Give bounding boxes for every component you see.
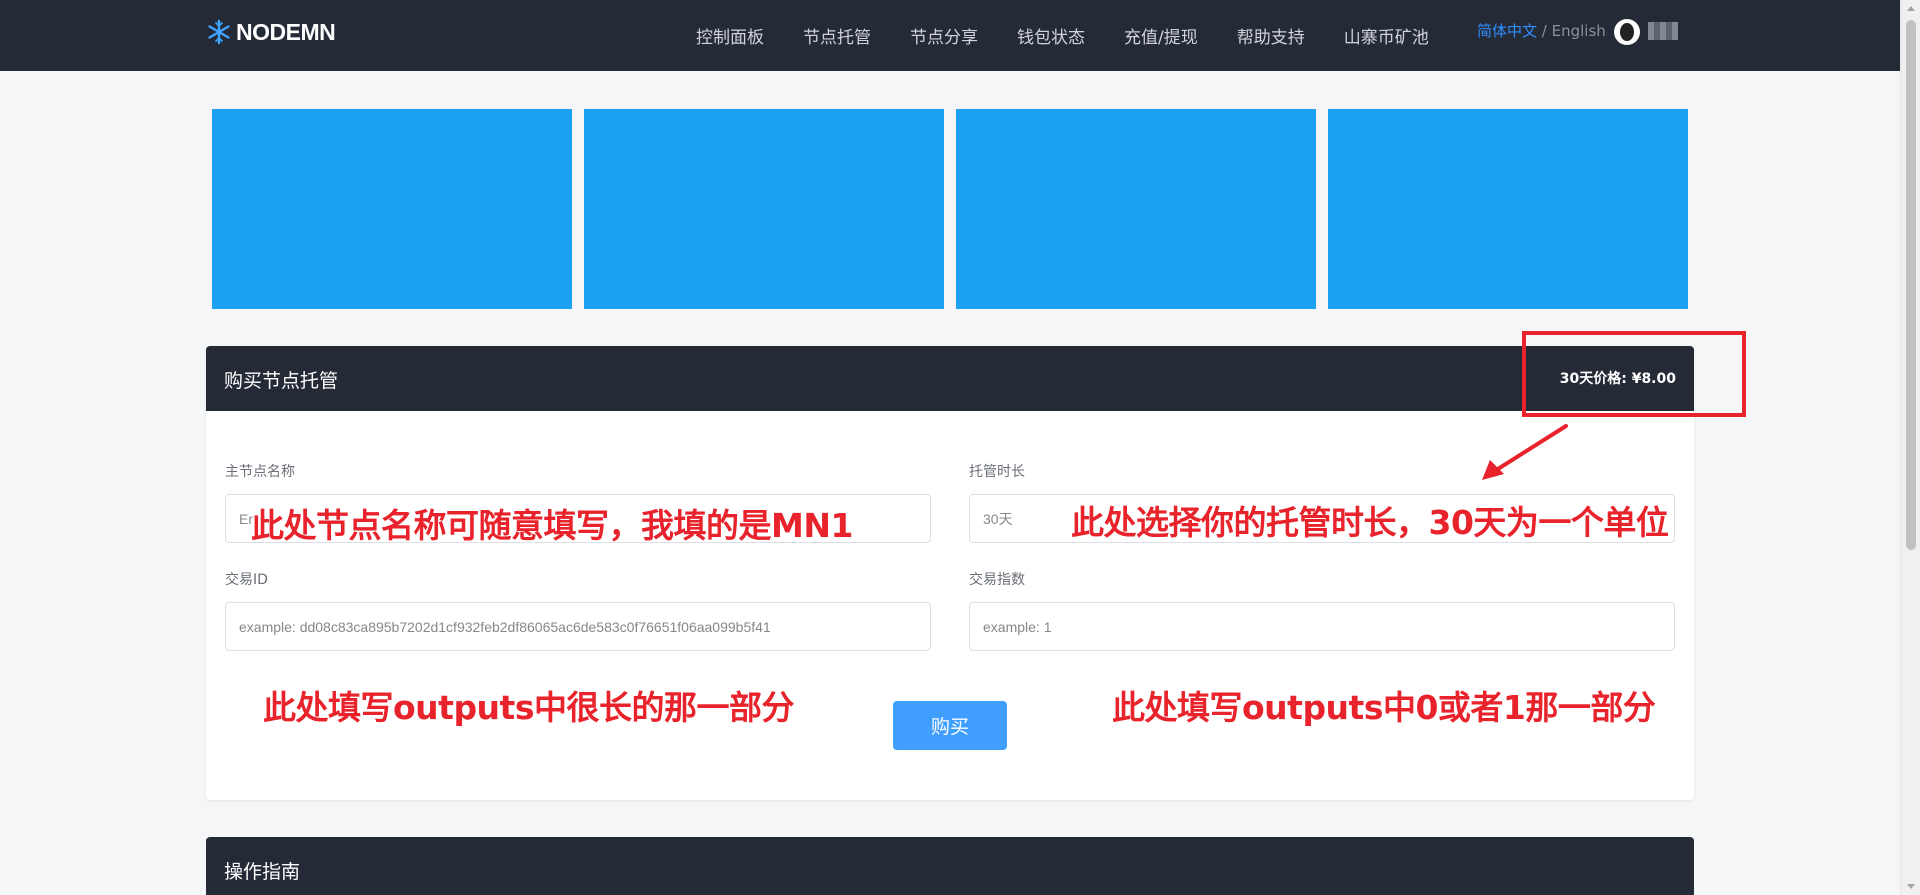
annotation-duration: 此处选择你的托管时长，30天为一个单位 <box>1071 503 1669 542</box>
lang-chinese[interactable]: 简体中文 <box>1477 22 1537 40</box>
nav-item-deposit-withdraw[interactable]: 充值/提现 <box>1124 23 1198 48</box>
banner-tile-2[interactable] <box>584 109 944 309</box>
language-switch: 简体中文 / English <box>1477 20 1606 41</box>
nav-item-dashboard[interactable]: 控制面板 <box>696 23 764 48</box>
txid-input[interactable]: example: dd08c83ca895b7202d1cf932feb2df8… <box>225 602 931 651</box>
lang-english[interactable]: English <box>1552 22 1606 40</box>
guide-card: 操作指南 <box>206 837 1694 895</box>
main-nav: 控制面板 节点托管 节点分享 钱包状态 充值/提现 帮助支持 山寨币矿池 <box>696 0 1468 71</box>
nav-item-node-hosting[interactable]: 节点托管 <box>803 23 871 48</box>
duration-value: 30天 <box>983 510 1013 527</box>
annotation-txid: 此处填写outputs中很长的那一部分 <box>263 688 794 727</box>
purchase-card-header: 购买节点托管 30天价格: ¥8.00 <box>206 346 1694 411</box>
banner-tile-3[interactable] <box>956 109 1316 309</box>
scroll-down-arrow-icon[interactable] <box>1907 884 1915 889</box>
scrollbar-thumb[interactable] <box>1906 20 1916 550</box>
snowflake-icon <box>208 19 230 45</box>
tx-index-placeholder: example: 1 <box>983 618 1052 635</box>
lang-separator: / <box>1537 22 1552 40</box>
nav-item-altcoin-pool[interactable]: 山寨币矿池 <box>1344 23 1429 48</box>
username-redacted[interactable] <box>1648 22 1678 40</box>
node-name-label: 主节点名称 <box>225 464 295 480</box>
annotation-arrow-icon <box>1482 424 1568 480</box>
duration-label: 托管时长 <box>969 464 1025 480</box>
txid-label: 交易ID <box>225 572 268 588</box>
nav-item-node-sharing[interactable]: 节点分享 <box>910 23 978 48</box>
txid-placeholder: example: dd08c83ca895b7202d1cf932feb2df8… <box>239 618 771 635</box>
buy-button[interactable]: 购买 <box>893 701 1007 750</box>
price-highlight-box <box>1522 331 1746 417</box>
page-scrollbar[interactable] <box>1900 0 1920 895</box>
purchase-card: 购买节点托管 30天价格: ¥8.00 主节点名称 Er 托管时长 30天 交易… <box>206 346 1694 800</box>
logo-text: NODEMN <box>236 18 336 45</box>
nav-item-wallet-status[interactable]: 钱包状态 <box>1017 23 1085 48</box>
annotation-node-name: 此处节点名称可随意填写，我填的是MN1 <box>251 506 853 545</box>
logo[interactable]: NODEMN <box>206 17 336 47</box>
banner-tile-1[interactable] <box>212 109 572 309</box>
purchase-card-title: 购买节点托管 <box>224 370 339 392</box>
guide-card-title: 操作指南 <box>224 861 301 883</box>
scroll-up-arrow-icon[interactable] <box>1907 6 1915 11</box>
nav-item-help-support[interactable]: 帮助支持 <box>1237 23 1305 48</box>
top-nav-bar: NODEMN 控制面板 节点托管 节点分享 钱包状态 充值/提现 帮助支持 山寨… <box>0 0 1900 71</box>
avatar[interactable] <box>1614 19 1640 45</box>
annotation-tx-index: 此处填写outputs中0或者1那一部分 <box>1112 688 1656 727</box>
tx-index-label: 交易指数 <box>969 572 1025 588</box>
tx-index-input[interactable]: example: 1 <box>969 602 1675 651</box>
banner-tile-4[interactable] <box>1328 109 1688 309</box>
